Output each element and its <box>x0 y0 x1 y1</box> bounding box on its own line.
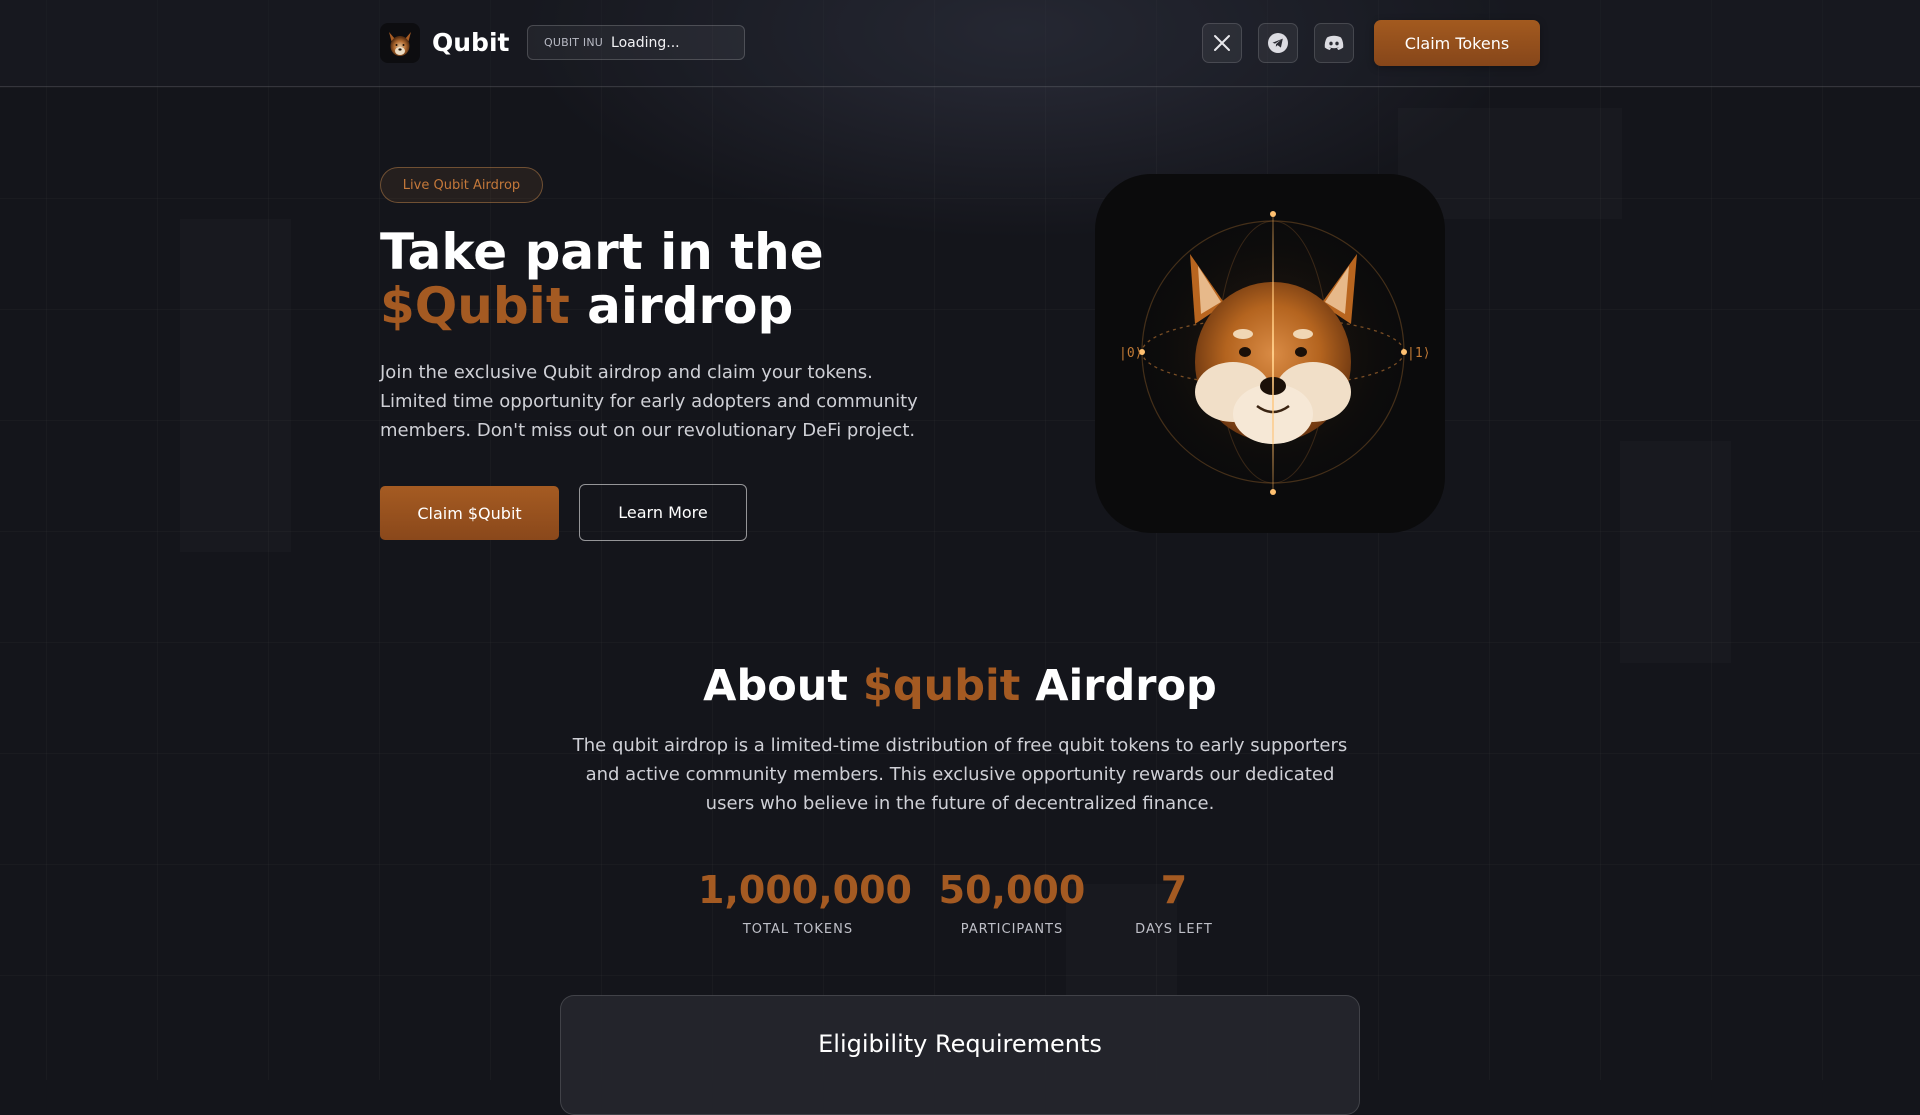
ket-one-label: |1⟩ <box>1407 346 1430 361</box>
eligibility-title: Eligibility Requirements <box>818 1030 1102 1058</box>
x-icon <box>1214 35 1230 51</box>
stat-value: 50,000 <box>938 868 1086 912</box>
stat-days-left: 7 DAYS LEFT <box>1124 866 1224 937</box>
ticker-price: Loading... <box>611 34 680 51</box>
hero-description: Join the exclusive Qubit airdrop and cla… <box>380 362 918 441</box>
stat-participants: 50,000 PARTICIPANTS <box>932 866 1092 937</box>
stat-value: 1,000,000 <box>698 868 912 912</box>
x-social-button[interactable] <box>1202 23 1242 63</box>
about-title-start: About <box>703 661 863 711</box>
discord-social-button[interactable] <box>1314 23 1354 63</box>
hero-title: Take part in the $Qubit airdrop <box>380 225 824 333</box>
telegram-social-button[interactable] <box>1258 23 1298 63</box>
hero-title-accent: $Qubit <box>380 277 570 335</box>
claim-tokens-button[interactable]: Claim Tokens <box>1374 20 1540 66</box>
background-tile <box>1620 441 1731 663</box>
hero-mascot-card: |0⟩ |1⟩ <box>1095 174 1445 533</box>
ticker-symbol: QUBIT INU <box>544 36 604 49</box>
background-tile <box>180 219 291 552</box>
stat-value: 7 <box>1160 868 1188 912</box>
hero-title-line1: Take part in the <box>380 223 824 281</box>
stat-label: TOTAL TOKENS <box>742 922 854 937</box>
stat-label: DAYS LEFT <box>1135 922 1213 937</box>
stat-label: PARTICIPANTS <box>960 922 1064 937</box>
ket-zero-label: |0⟩ <box>1119 346 1142 361</box>
about-description: The qubit airdrop is a limited-time dist… <box>572 735 1348 814</box>
telegram-icon <box>1268 33 1288 53</box>
eligibility-card: Eligibility Requirements <box>560 995 1360 1115</box>
discord-icon <box>1324 35 1344 50</box>
stat-total-tokens: 1,000,000 TOTAL TOKENS <box>698 866 912 937</box>
shiba-bloch-sphere-image: |0⟩ |1⟩ <box>1119 211 1430 495</box>
learn-more-button[interactable]: Learn More <box>579 484 747 541</box>
about-title: About $qubit Airdrop <box>0 658 1920 714</box>
about-title-end: Airdrop <box>1020 661 1217 711</box>
claim-qubit-button[interactable]: Claim $Qubit <box>380 486 559 540</box>
hero-title-rest: airdrop <box>569 277 794 335</box>
logo[interactable] <box>380 23 420 63</box>
live-airdrop-badge: Live Qubit Airdrop <box>380 167 543 203</box>
brand-name[interactable]: Qubit <box>432 27 509 59</box>
top-navbar: Qubit QUBIT INU Loading... Claim Tokens <box>0 0 1920 87</box>
token-ticker: QUBIT INU Loading... <box>527 25 745 60</box>
shiba-logo-icon <box>389 32 411 56</box>
about-title-accent: $qubit <box>862 661 1021 711</box>
